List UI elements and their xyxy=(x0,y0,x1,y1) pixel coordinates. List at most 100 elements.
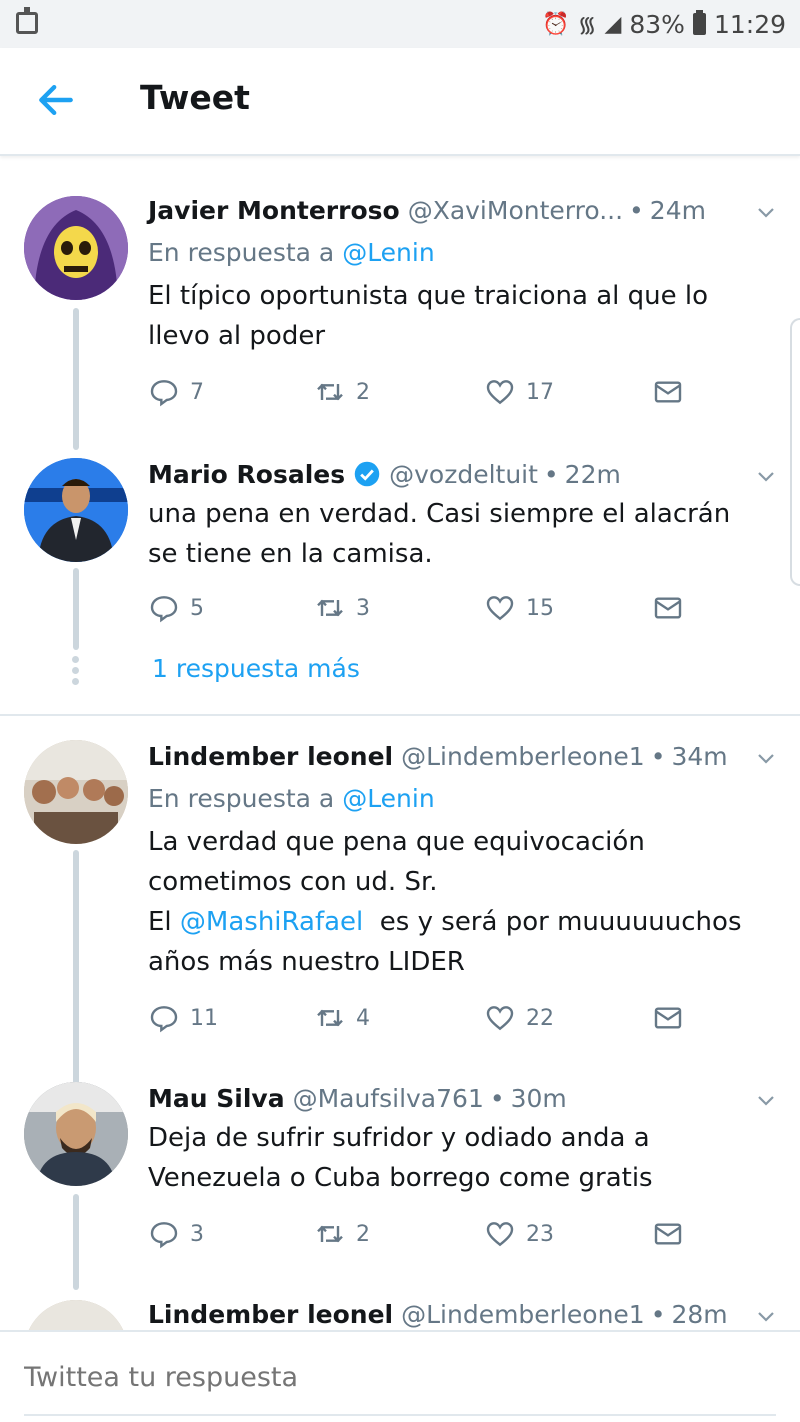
avatar[interactable] xyxy=(24,1300,128,1330)
like-count: 15 xyxy=(526,595,554,621)
author-name[interactable]: Mario Rosales xyxy=(148,460,345,489)
envelope-icon xyxy=(654,381,682,403)
tweet-time: 22m xyxy=(564,459,621,489)
reply-button[interactable]: 3 xyxy=(148,1218,204,1250)
reply-mention[interactable]: @Lenin xyxy=(342,238,435,267)
reply-count: 11 xyxy=(190,1005,218,1031)
like-count: 22 xyxy=(526,1005,554,1031)
dm-button[interactable] xyxy=(652,1218,684,1250)
thread-line xyxy=(73,568,79,650)
tweet-text-line: se tiene en la camisa. xyxy=(148,539,433,569)
retweet-count: 2 xyxy=(356,1221,370,1247)
like-count: 17 xyxy=(526,379,554,405)
divider xyxy=(0,714,800,716)
tweet-text-line: años más nuestro LIDER xyxy=(148,947,465,977)
retweet-button[interactable]: 2 xyxy=(314,376,370,408)
author-handle[interactable]: @vozdeltuit xyxy=(389,460,538,489)
tweet-meta: Javier Monterroso @XaviMonterro... • 24m xyxy=(148,192,706,228)
reply-button[interactable]: 7 xyxy=(148,376,204,408)
tweet-time: 28m xyxy=(671,1299,728,1329)
reply-context: En respuesta a @Lenin xyxy=(148,784,435,813)
thread-line xyxy=(73,308,79,450)
scrollbar[interactable] xyxy=(790,318,800,586)
retweet-icon xyxy=(317,383,343,401)
tweet-actions: 3 2 23 xyxy=(148,1218,688,1252)
like-button[interactable]: 15 xyxy=(484,592,554,624)
tweet-text: El típico oportunista que traiciona al q… xyxy=(148,276,788,356)
signal-icon: ◢ xyxy=(604,11,622,37)
text-segment: es y será por muuuuuuchos xyxy=(363,907,742,937)
dm-button[interactable] xyxy=(652,376,684,408)
envelope-icon xyxy=(654,1007,682,1029)
more-replies-link[interactable]: 1 respuesta más xyxy=(152,654,360,683)
reply-button[interactable]: 11 xyxy=(148,1002,218,1034)
battery-percent: 83% xyxy=(629,9,685,39)
retweet-count: 2 xyxy=(356,379,370,405)
tweet-text-line: Deja de sufrir sufridor y odiado anda a xyxy=(148,1123,650,1153)
author-handle[interactable]: @XaviMonterro... xyxy=(408,196,623,225)
retweet-icon xyxy=(317,599,343,617)
retweet-icon xyxy=(317,1009,343,1027)
back-arrow-icon[interactable] xyxy=(34,78,78,122)
meta-separator: • xyxy=(489,1083,505,1113)
retweet-button[interactable]: 3 xyxy=(314,592,370,624)
author-handle[interactable]: @Lindemberleone1 xyxy=(401,1300,645,1329)
like-button[interactable]: 17 xyxy=(484,376,554,408)
author-name[interactable]: Lindember leonel xyxy=(148,742,393,771)
chevron-down-icon[interactable] xyxy=(754,464,778,488)
verified-badge-icon xyxy=(354,461,380,487)
tweet-actions: 7 2 17 xyxy=(148,376,688,410)
meta-separator: • xyxy=(650,741,666,771)
tweet-time: 34m xyxy=(671,741,728,771)
like-button[interactable]: 23 xyxy=(484,1218,554,1250)
page-title: Tweet xyxy=(140,78,250,117)
chevron-down-icon[interactable] xyxy=(754,1088,778,1112)
chevron-down-icon[interactable] xyxy=(754,1304,778,1328)
avatar[interactable] xyxy=(24,740,128,844)
tweet-text-line: El típico oportunista que traiciona al q… xyxy=(148,281,709,311)
author-name[interactable]: Mau Silva xyxy=(148,1084,285,1113)
tweet-text-line: llevo al poder xyxy=(148,321,326,351)
reply-input[interactable] xyxy=(24,1362,780,1393)
author-handle[interactable]: @Maufsilva761 xyxy=(293,1084,484,1113)
meta-separator: • xyxy=(650,1299,666,1329)
tweet-actions: 11 4 22 xyxy=(148,1002,688,1036)
dm-button[interactable] xyxy=(652,592,684,624)
reply-prefix: En respuesta a xyxy=(148,784,335,813)
reply-count: 3 xyxy=(190,1221,204,1247)
tweet-lindember[interactable]: Lindember leonel @Lindemberleone1 • 34m … xyxy=(0,736,800,1090)
retweet-count: 3 xyxy=(356,595,370,621)
tweet-lindember-2[interactable]: Lindember leonel @Lindemberleone1 • 28m xyxy=(0,1294,800,1330)
avatar[interactable] xyxy=(24,458,128,562)
heart-icon xyxy=(486,380,514,405)
tweet-meta: Mario Rosales @vozdeltuit • 22m xyxy=(148,456,621,492)
reply-context: En respuesta a @Lenin xyxy=(148,238,435,267)
tweet-mau[interactable]: Mau Silva @Maufsilva761 • 30m Deja de su… xyxy=(0,1078,800,1298)
retweet-button[interactable]: 4 xyxy=(314,1002,370,1034)
like-button[interactable]: 22 xyxy=(484,1002,554,1034)
tweet-text-line: La verdad que pena que equivocación xyxy=(148,827,645,857)
author-handle[interactable]: @Lindemberleone1 xyxy=(401,742,645,771)
app-header: Tweet xyxy=(0,48,800,156)
tweet-meta: Mau Silva @Maufsilva761 • 30m xyxy=(148,1080,567,1116)
input-underline xyxy=(24,1414,776,1416)
retweet-button[interactable]: 2 xyxy=(314,1218,370,1250)
avatar[interactable] xyxy=(24,196,128,300)
heart-icon xyxy=(486,596,514,621)
reply-mention[interactable]: @Lenin xyxy=(342,784,435,813)
chevron-down-icon[interactable] xyxy=(754,200,778,224)
chevron-down-icon[interactable] xyxy=(754,746,778,770)
tweet-javier[interactable]: Javier Monterroso @XaviMonterro... • 24m… xyxy=(0,190,800,450)
status-icons: ⏰ ᯾ ◢ 83% 11:29 xyxy=(542,8,786,40)
author-name[interactable]: Javier Monterroso xyxy=(148,196,400,225)
retweet-count: 4 xyxy=(356,1005,370,1031)
mention-link[interactable]: @MashiRafael xyxy=(180,907,363,937)
author-name[interactable]: Lindember leonel xyxy=(148,1300,393,1329)
meta-separator: • xyxy=(543,459,559,489)
dm-button[interactable] xyxy=(652,1002,684,1034)
reply-icon xyxy=(150,1006,178,1033)
tweet-mario[interactable]: Mario Rosales @vozdeltuit • 22m una pena… xyxy=(0,456,800,706)
avatar[interactable] xyxy=(24,1082,128,1186)
retweet-icon xyxy=(317,1225,343,1243)
reply-button[interactable]: 5 xyxy=(148,592,204,624)
